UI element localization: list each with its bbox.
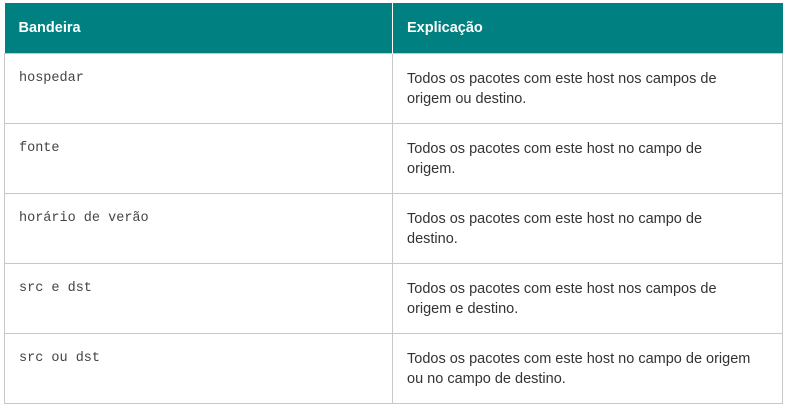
flag-cell: hospedar bbox=[4, 53, 393, 124]
flag-cell: fonte bbox=[4, 123, 393, 194]
header-explanation: Explicação bbox=[392, 3, 783, 54]
explanation-cell: Todos os pacotes com este host nos campo… bbox=[392, 53, 783, 124]
flag-cell: src e dst bbox=[4, 263, 393, 334]
table-body: hospedar Todos os pacotes com este host … bbox=[4, 53, 783, 404]
table-row: hospedar Todos os pacotes com este host … bbox=[4, 53, 783, 124]
flags-table: Bandeira Explicação hospedar Todos os pa… bbox=[4, 3, 783, 404]
header-row: Bandeira Explicação bbox=[4, 3, 783, 54]
table-row: src e dst Todos os pacotes com este host… bbox=[4, 263, 783, 334]
table-row: fonte Todos os pacotes com este host no … bbox=[4, 123, 783, 194]
flags-table-container: Bandeira Explicação hospedar Todos os pa… bbox=[4, 3, 783, 404]
table-row: horário de verão Todos os pacotes com es… bbox=[4, 193, 783, 264]
flag-cell: horário de verão bbox=[4, 193, 393, 264]
table-row: src ou dst Todos os pacotes com este hos… bbox=[4, 333, 783, 404]
explanation-cell: Todos os pacotes com este host nos campo… bbox=[392, 263, 783, 334]
table-header: Bandeira Explicação bbox=[4, 3, 783, 54]
header-flag: Bandeira bbox=[4, 3, 393, 54]
flag-cell: src ou dst bbox=[4, 333, 393, 404]
explanation-cell: Todos os pacotes com este host no campo … bbox=[392, 193, 783, 264]
explanation-cell: Todos os pacotes com este host no campo … bbox=[392, 333, 783, 404]
explanation-cell: Todos os pacotes com este host no campo … bbox=[392, 123, 783, 194]
